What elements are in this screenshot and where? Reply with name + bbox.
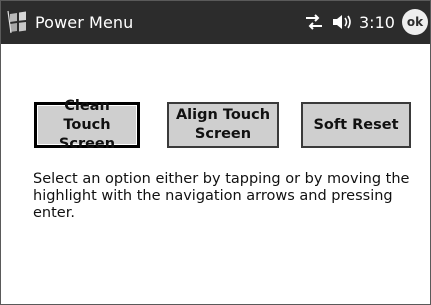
soft-reset-button[interactable]: Soft Reset <box>301 102 411 148</box>
instructions-text: Select an option either by tapping or by… <box>33 171 410 221</box>
clean-touch-screen-button[interactable]: Clean Touch Screen <box>34 98 140 152</box>
connectivity-arrows-icon[interactable] <box>303 13 325 31</box>
align-touch-screen-label: Align Touch Screen <box>175 107 271 142</box>
window-title: Power Menu <box>35 13 134 32</box>
title-bar: Power Menu 3:10 ok <box>1 1 430 44</box>
power-menu-content: Clean Touch Screen Align Touch Screen Soft… <box>1 44 430 302</box>
soft-reset-label: Soft Reset <box>313 116 399 133</box>
align-touch-screen-button[interactable]: Align Touch Screen <box>167 102 279 148</box>
ok-button[interactable]: ok <box>402 9 428 35</box>
clean-touch-screen-label: Clean Touch Screen <box>58 97 116 152</box>
clock-time[interactable]: 3:10 <box>359 13 395 32</box>
windows-flag-icon[interactable] <box>7 10 29 34</box>
device-screen: Power Menu 3:10 ok Clean Touch Screen Ali… <box>0 0 431 305</box>
speaker-volume-icon[interactable] <box>331 12 353 32</box>
